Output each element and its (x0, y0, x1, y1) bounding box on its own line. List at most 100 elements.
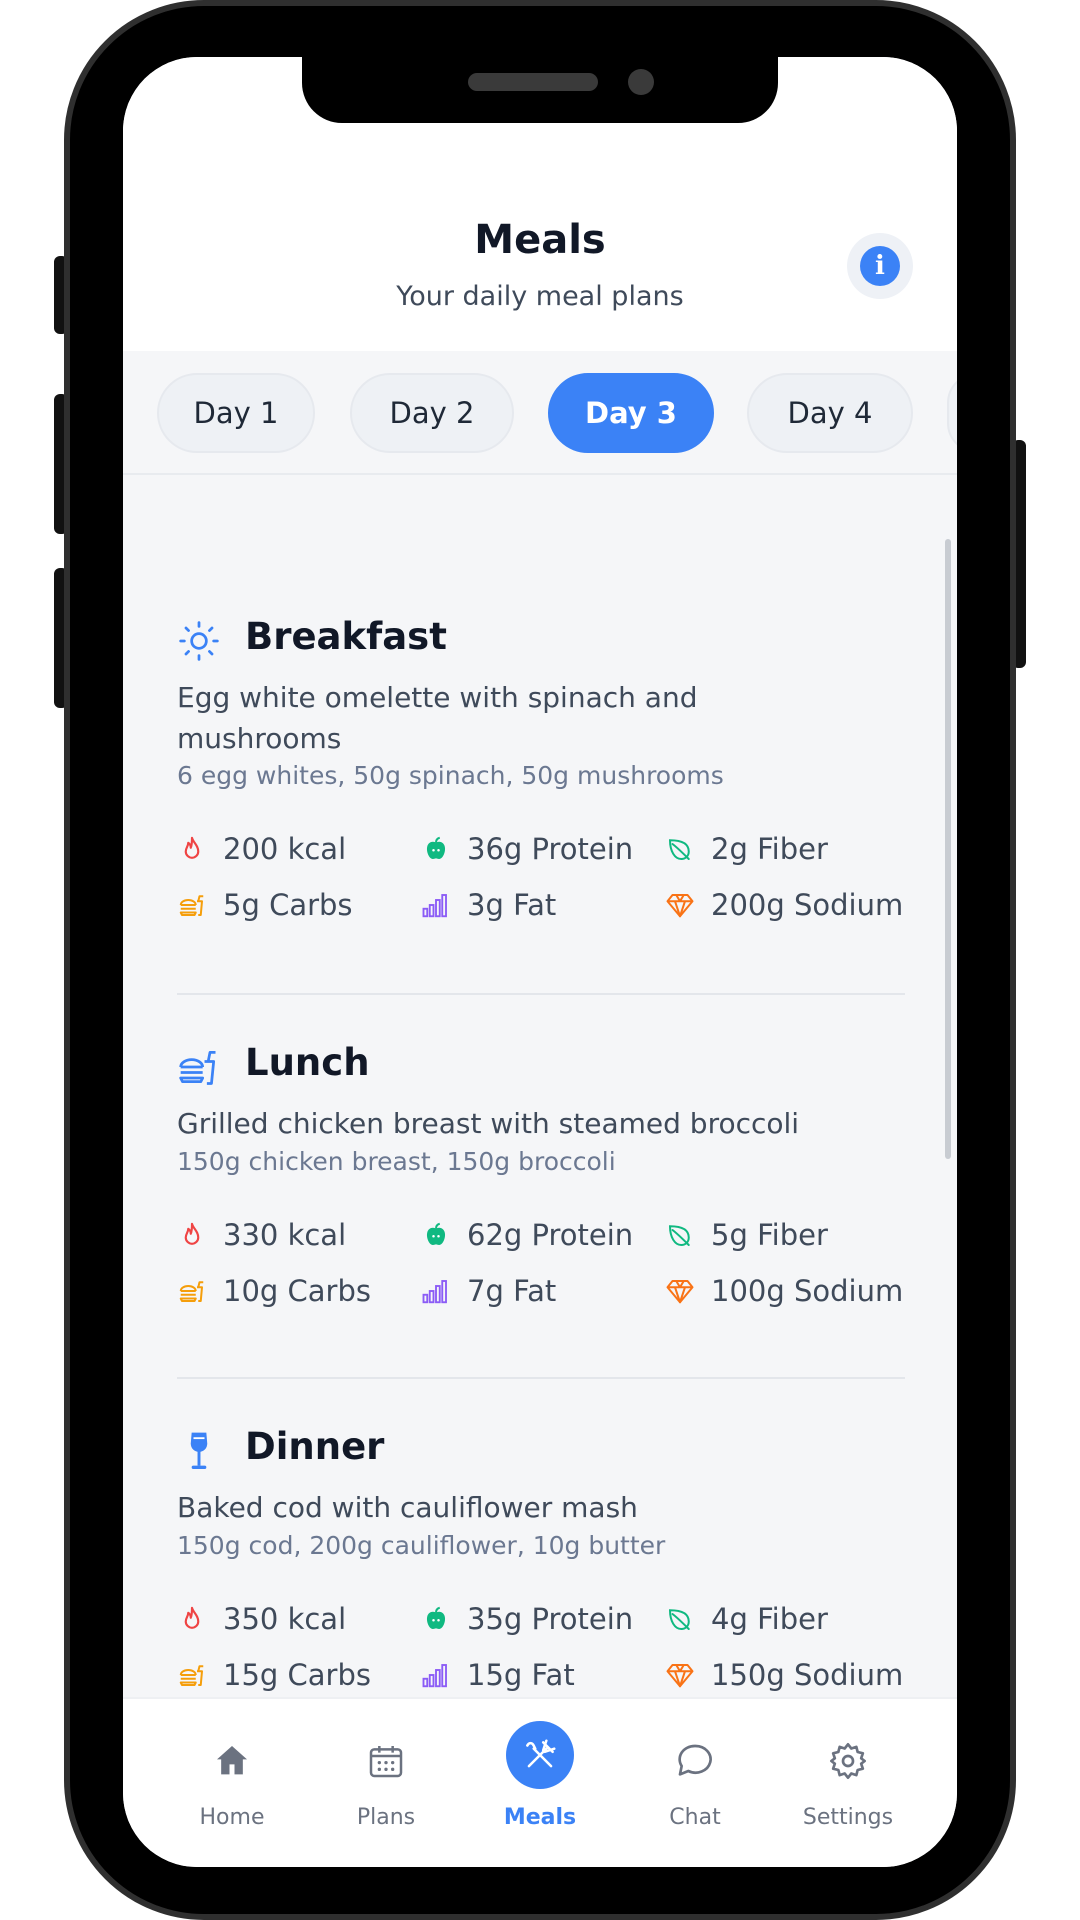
fast-food-icon (179, 1281, 204, 1302)
wine-glass-icon (190, 1432, 208, 1469)
nav-label: Plans (356, 1805, 416, 1830)
flame-icon (184, 1222, 200, 1245)
fat-stat: 7g Fat (421, 1271, 556, 1311)
meal-description: Baked cod with cauliflower mash (177, 1491, 638, 1524)
meal-header: Dinner (177, 1425, 905, 1475)
sun-icon (179, 621, 219, 661)
calories-value: 350 kcal (223, 1602, 347, 1636)
diamond-icon (666, 1664, 694, 1688)
tab-day-4[interactable]: Day 4 (747, 373, 913, 453)
leaf-icon (668, 1609, 690, 1631)
nav-label: Chat (669, 1805, 721, 1830)
signal-bars-icon (422, 1664, 447, 1688)
sodium-stat: 200g Sodium (665, 885, 903, 925)
carbs-value: 5g Carbs (223, 888, 353, 922)
carbs-stat: 5g Carbs (177, 885, 353, 925)
nav-label: Settings (802, 1805, 894, 1830)
nav-home[interactable]: Home (157, 1699, 307, 1867)
front-camera (628, 69, 654, 95)
tab-day-1[interactable]: Day 1 (157, 373, 315, 453)
meal-title: Dinner (245, 1425, 385, 1468)
protein-stat: 35g Protein (421, 1599, 633, 1639)
sodium-value: 100g Sodium (711, 1274, 904, 1308)
info-button[interactable]: i (847, 233, 913, 299)
protein-value: 36g Protein (467, 832, 634, 866)
fork-knife-icon (506, 1721, 574, 1789)
page-subtitle: Your daily meal plans (396, 281, 684, 312)
meal-ingredients: 150g cod, 200g cauliflower, 10g butter (177, 1531, 666, 1560)
fiber-value: 4g Fiber (711, 1602, 828, 1636)
calories-stat: 350 kcal (177, 1599, 346, 1639)
fiber-value: 5g Fiber (711, 1218, 828, 1252)
nav-chat[interactable]: Chat (620, 1699, 770, 1867)
carbs-stat: 10g Carbs (177, 1271, 371, 1311)
sodium-value: 150g Sodium (711, 1658, 904, 1692)
calories-value: 330 kcal (223, 1218, 347, 1252)
flame-icon (184, 836, 200, 859)
protein-stat: 62g Protein (421, 1215, 633, 1255)
meal-ingredients: 6 egg whites, 50g spinach, 50g mushrooms (177, 761, 724, 790)
phone-screen: Meals Your daily meal plans i Day 1 Day … (123, 57, 957, 1867)
signal-bars-icon (422, 894, 447, 918)
carbs-value: 15g Carbs (223, 1658, 371, 1692)
diamond-icon (666, 1280, 694, 1304)
meal-title: Breakfast (245, 615, 447, 658)
meal-description: Egg white omelette with spinach and mush… (177, 681, 698, 755)
sodium-stat: 100g Sodium (665, 1271, 903, 1311)
calendar-icon (366, 1741, 406, 1781)
meal-ingredients: 150g chicken breast, 150g broccoli (177, 1147, 616, 1176)
nav-plans[interactable]: Plans (311, 1699, 461, 1867)
tab-day-2[interactable]: Day 2 (350, 373, 514, 453)
sodium-stat: 150g Sodium (665, 1655, 903, 1695)
notch (302, 57, 778, 123)
fat-stat: 3g Fat (421, 885, 556, 925)
tab-day-next-partial[interactable] (947, 373, 957, 453)
nav-label: Home (199, 1805, 265, 1830)
page-title: Meals (474, 217, 606, 263)
divider (177, 993, 905, 995)
fat-value: 15g Fat (467, 1658, 575, 1692)
nav-meals[interactable]: Meals (465, 1699, 615, 1867)
fast-food-icon (179, 1050, 216, 1085)
fiber-stat: 4g Fiber (665, 1599, 828, 1639)
info-icon: i (860, 246, 900, 286)
fat-value: 3g Fat (467, 888, 557, 922)
apple-icon (426, 1222, 446, 1245)
fast-food-icon (179, 895, 204, 916)
fast-food-icon (179, 1665, 204, 1686)
fiber-value: 2g Fiber (711, 832, 828, 866)
bottom-nav: Home Plans Meals Chat Settings (123, 1697, 957, 1867)
protein-value: 62g Protein (467, 1218, 634, 1252)
nav-label: Meals (503, 1805, 577, 1830)
speaker-grille (468, 73, 598, 91)
fat-stat: 15g Fat (421, 1655, 575, 1695)
calories-value: 200 kcal (223, 832, 347, 866)
flame-icon (184, 1606, 200, 1629)
fat-value: 7g Fat (467, 1274, 557, 1308)
fiber-stat: 5g Fiber (665, 1215, 828, 1255)
meal-header: Breakfast (177, 615, 905, 665)
signal-bars-icon (422, 1280, 447, 1304)
protein-stat: 36g Protein (421, 829, 633, 869)
protein-value: 35g Protein (467, 1602, 634, 1636)
apple-icon (426, 836, 446, 859)
meals-list[interactable]: Breakfast Egg white omelette with spinac… (123, 475, 957, 1695)
fiber-stat: 2g Fiber (665, 829, 828, 869)
diamond-icon (666, 894, 694, 918)
calories-stat: 200 kcal (177, 829, 346, 869)
tab-day-3[interactable]: Day 3 (548, 373, 714, 453)
calories-stat: 330 kcal (177, 1215, 346, 1255)
nav-settings[interactable]: Settings (773, 1699, 923, 1867)
app-mockup: Meals Your daily meal plans i Day 1 Day … (0, 0, 1080, 1920)
day-tabs: Day 1 Day 2 Day 3 Day 4 (123, 351, 957, 475)
scrollbar[interactable] (945, 539, 951, 1159)
chat-bubble-icon (675, 1741, 715, 1781)
divider (177, 1377, 905, 1379)
leaf-icon (668, 839, 690, 861)
home-icon (212, 1741, 252, 1781)
carbs-stat: 15g Carbs (177, 1655, 371, 1695)
meal-title: Lunch (245, 1041, 370, 1084)
gear-icon (828, 1741, 868, 1781)
leaf-icon (668, 1225, 690, 1247)
meal-header: Lunch (177, 1041, 905, 1091)
